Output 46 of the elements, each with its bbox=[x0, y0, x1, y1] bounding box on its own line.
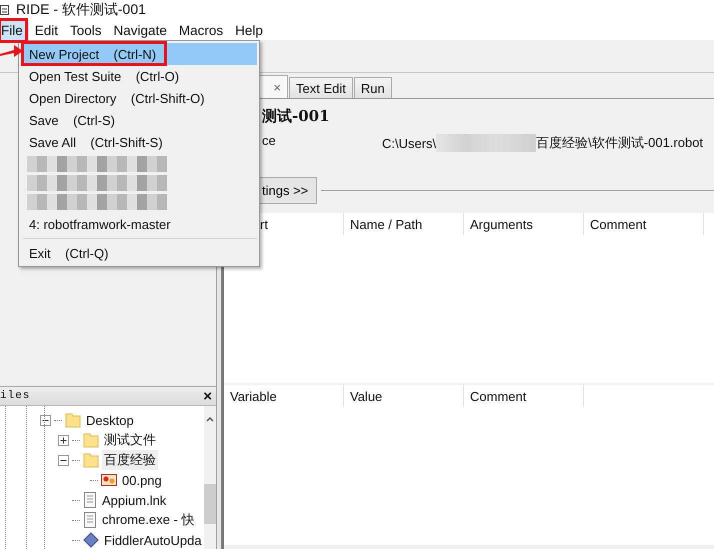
column-header: Name / Path bbox=[344, 213, 464, 235]
panel-title: iles bbox=[0, 390, 30, 402]
document-icon bbox=[83, 512, 97, 528]
tree-item[interactable]: 百度经验 bbox=[102, 450, 158, 470]
window-title: RIDE - 软件测试-001 bbox=[16, 1, 146, 19]
document-icon bbox=[83, 492, 97, 508]
collapse-toggle[interactable] bbox=[58, 454, 69, 466]
folder-icon bbox=[65, 412, 81, 428]
source-path: C:\Users\ bbox=[382, 136, 436, 150]
menu-item[interactable]: Navigate bbox=[108, 20, 173, 40]
collapse-toggle[interactable] bbox=[40, 414, 51, 426]
column-header: Variable bbox=[224, 385, 344, 407]
scroll-up-icon[interactable] bbox=[206, 416, 214, 422]
column-header: Comment bbox=[584, 213, 704, 235]
menu-item[interactable]: Edit bbox=[28, 20, 64, 40]
scrollbar[interactable] bbox=[204, 406, 216, 549]
menu-item[interactable]: Help bbox=[229, 20, 269, 40]
menu-entry[interactable]: Open Test Suite (Ctrl-O) bbox=[21, 65, 257, 87]
folder-icon bbox=[83, 432, 99, 448]
column-header: Arguments bbox=[464, 213, 584, 235]
menu-item[interactable]: Tools bbox=[64, 20, 108, 40]
source-label: ce bbox=[262, 133, 277, 150]
menu-entry[interactable]: Save All (Ctrl-Shift-S) bbox=[21, 131, 257, 153]
folder-icon bbox=[83, 452, 99, 468]
diamond-icon bbox=[83, 532, 99, 548]
tree-item[interactable]: 00.png bbox=[120, 472, 164, 488]
arrow-icon bbox=[0, 42, 24, 60]
app-icon bbox=[0, 4, 10, 16]
source-path: 百度经验\软件测试-001.robot bbox=[536, 134, 704, 152]
menu-entry[interactable]: Open Directory (Ctrl-Shift-O) bbox=[21, 87, 257, 109]
tree-item[interactable]: 测试文件 bbox=[102, 430, 158, 450]
close-icon[interactable]: × bbox=[203, 388, 212, 404]
expand-toggle[interactable] bbox=[58, 434, 69, 446]
menu-entry[interactable]: Exit (Ctrl-Q) bbox=[21, 242, 257, 264]
suite-title: 测试-001 bbox=[261, 106, 331, 127]
column-header: Value bbox=[344, 385, 464, 407]
tree-item[interactable]: Appium.lnk bbox=[100, 492, 168, 508]
editor-tab[interactable]: Run bbox=[354, 77, 392, 98]
tree-item[interactable]: FiddlerAutoUpda bbox=[102, 532, 204, 548]
tree-item[interactable]: Desktop bbox=[84, 412, 136, 428]
tree-item[interactable]: chrome.exe - 快 bbox=[100, 510, 196, 530]
editor-tab[interactable]: Text Edit bbox=[289, 77, 353, 98]
menu-item[interactable]: Macros bbox=[172, 20, 230, 40]
image-file-icon bbox=[101, 473, 117, 487]
column-header: Comment bbox=[464, 385, 584, 407]
menu-entry[interactable]: Save (Ctrl-S) bbox=[21, 109, 257, 131]
